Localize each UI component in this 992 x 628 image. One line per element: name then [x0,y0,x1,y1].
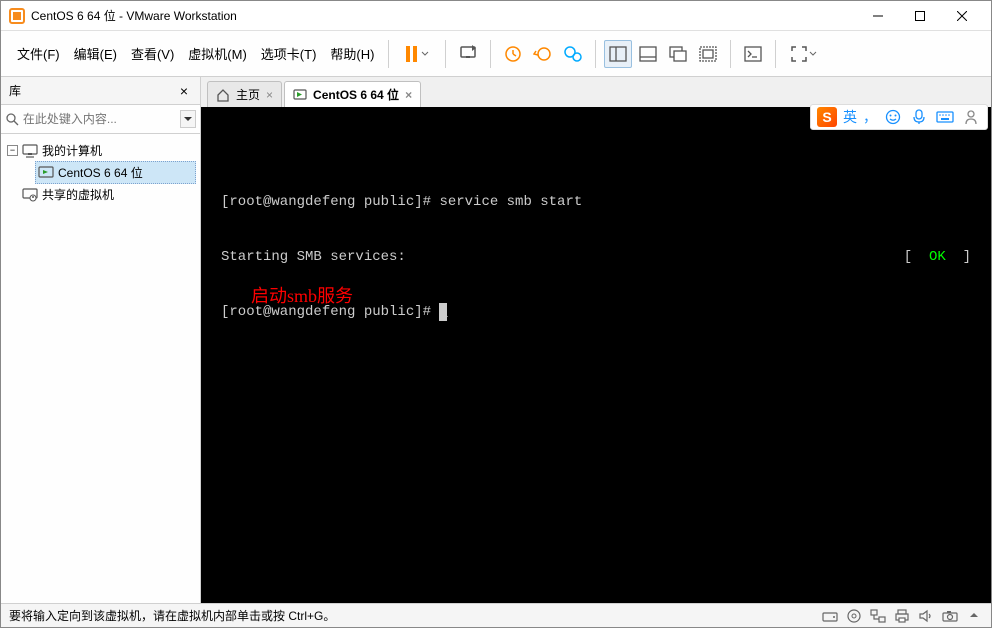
tab-home[interactable]: 主页 × [207,81,282,107]
tab-label: CentOS 6 64 位 [313,86,399,103]
maximize-button[interactable] [899,2,941,30]
status-icons [821,607,983,625]
view-single-button[interactable] [634,40,662,68]
clock-manage-icon [563,45,583,63]
cursor-icon: _ [439,303,447,321]
fullscreen-button[interactable] [784,40,824,68]
snapshot-button[interactable] [499,40,527,68]
shared-vm-icon [22,187,38,203]
sidebar-search-row [1,105,200,134]
keyboard-icon[interactable] [935,107,955,127]
pause-button[interactable] [397,40,437,68]
ime-punct-label[interactable]: ， [863,107,877,127]
tree-node-centos[interactable]: CentOS 6 64 位 [35,161,196,184]
console-button[interactable] [739,40,767,68]
menu-help[interactable]: 帮助(H) [324,40,380,67]
tree-label: 我的计算机 [42,142,102,159]
vm-running-icon [38,165,54,181]
annotation-text: 启动smb服务 [251,285,353,308]
send-ctrlaltdel-button[interactable] [454,40,482,68]
menu-tabs[interactable]: 选项卡(T) [255,40,323,67]
search-dropdown-button[interactable] [180,110,196,128]
clock-orange-icon [504,45,522,63]
sidebar-header: 库 × [1,77,200,105]
person-icon[interactable] [961,107,981,127]
view-unity-button[interactable] [694,40,722,68]
menu-file[interactable]: 文件(F) [11,40,66,67]
toolbar-separator [730,40,731,68]
window-title: CentOS 6 64 位 - VMware Workstation [31,7,857,24]
chevron-down-icon [184,117,192,122]
vm-console[interactable]: [root@wangdefeng public]# service smb st… [201,107,991,603]
tree-label: 共享的虚拟机 [42,186,114,203]
smile-icon[interactable] [883,107,903,127]
network-icon[interactable] [869,607,887,625]
layout-single-icon [639,46,657,62]
ime-lang-label[interactable]: 英 [843,107,857,127]
tree-label: CentOS 6 64 位 [58,164,143,181]
fullscreen-icon [791,46,807,62]
tab-close-button[interactable]: × [266,88,273,102]
toolbar-separator [595,40,596,68]
cd-icon[interactable] [845,607,863,625]
toolbar-separator [445,40,446,68]
tree-node-shared[interactable]: 共享的虚拟机 [5,184,196,205]
view-thumbnails-button[interactable] [604,40,632,68]
sound-icon[interactable] [917,607,935,625]
sidebar-close-button[interactable]: × [176,81,192,101]
sogou-ime-icon[interactable]: S [817,107,837,127]
layout-stack-icon [669,46,687,62]
ime-toolbar[interactable]: S 英 ， [810,104,988,130]
search-icon [5,113,21,126]
menubar: 文件(F) 编辑(E) 查看(V) 虚拟机(M) 选项卡(T) 帮助(H) [1,31,991,77]
computer-icon [22,143,38,159]
tab-centos[interactable]: CentOS 6 64 位 × [284,81,421,107]
camera-icon[interactable] [941,607,959,625]
view-quick-switch-button[interactable] [664,40,692,68]
harddisk-icon[interactable] [821,607,839,625]
status-message: 要将输入定向到该虚拟机，请在虚拟机内部单击或按 Ctrl+G。 [9,607,821,624]
main-area: 主页 × CentOS 6 64 位 × [root@wangdefeng pu… [201,77,991,603]
layout-side-icon [609,46,627,62]
clock-revert-icon [533,45,553,63]
home-icon [216,88,230,102]
mic-icon[interactable] [909,107,929,127]
terminal-line: Starting SMB services:[ OK ] [221,248,971,266]
titlebar: CentOS 6 64 位 - VMware Workstation [1,1,991,31]
content-area: 库 × − 我的计算机 [1,77,991,603]
menu-edit[interactable]: 编辑(E) [68,40,123,67]
statusbar: 要将输入定向到该虚拟机，请在虚拟机内部单击或按 Ctrl+G。 [1,603,991,627]
terminal-line: [root@wangdefeng public]# service smb st… [221,193,971,211]
close-button[interactable] [941,2,983,30]
layout-unity-icon [699,46,717,62]
monitor-send-icon [458,45,478,63]
menu-vm[interactable]: 虚拟机(M) [182,40,253,67]
revert-snapshot-button[interactable] [529,40,557,68]
toolbar-separator [388,40,389,68]
library-tree: − 我的计算机 CentOS 6 64 位 共享的虚 [1,134,200,603]
console-icon [744,46,762,62]
tree-node-mycomputer[interactable]: − 我的计算机 [5,140,196,161]
tab-close-button[interactable]: × [405,88,412,102]
vm-running-icon [293,89,307,101]
tabbar: 主页 × CentOS 6 64 位 × [201,77,991,107]
minimize-button[interactable] [857,2,899,30]
more-icon[interactable] [965,607,983,625]
toolbar-separator [775,40,776,68]
vmware-app-icon [9,8,25,24]
collapse-toggle[interactable]: − [7,145,18,156]
pause-icon [406,46,417,62]
sidebar-title: 库 [9,82,176,99]
window-controls [857,2,983,30]
snapshot-manager-button[interactable] [559,40,587,68]
library-sidebar: 库 × − 我的计算机 [1,77,201,603]
search-input[interactable] [21,109,180,129]
toolbar-separator [490,40,491,68]
menu-view[interactable]: 查看(V) [125,40,180,67]
printer-icon[interactable] [893,607,911,625]
tab-label: 主页 [236,86,260,103]
